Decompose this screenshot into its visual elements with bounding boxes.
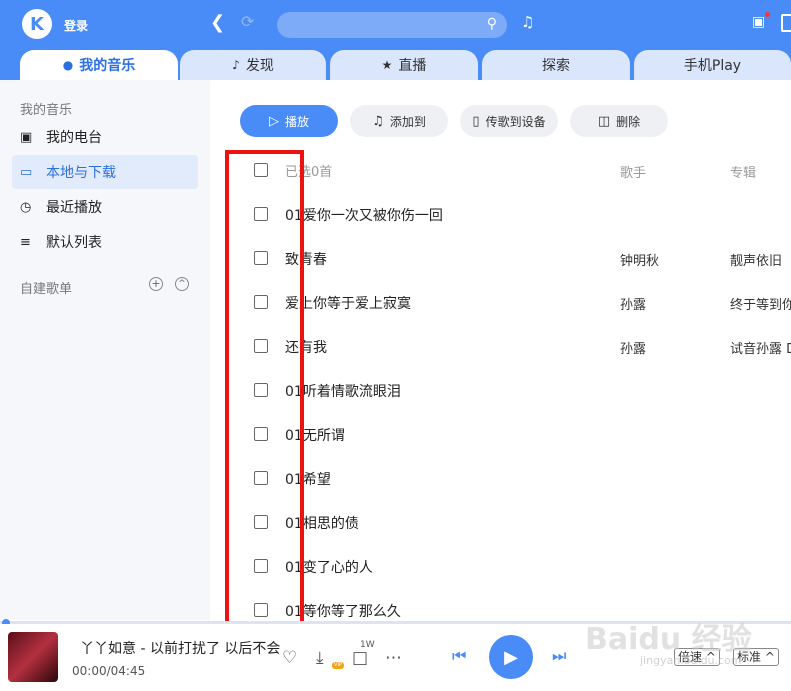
sidebar-item-default-list[interactable]: ≡ 默认列表 (12, 225, 198, 259)
tab-my-music[interactable]: ● 我的音乐 (20, 50, 178, 80)
add-to-button-label: 添加到 (389, 114, 426, 129)
add-to-playlist-icon: ♫ (372, 113, 384, 129)
playback-time: 00:00/04:45 (72, 664, 146, 678)
sidebar-item-label: 本地与下载 (46, 165, 116, 181)
delete-button-label: 删除 (616, 114, 641, 129)
chevron-up-icon[interactable]: ^ (175, 277, 189, 291)
add-to-button[interactable]: ♫ 添加到 (350, 105, 448, 137)
tab-label: 我的音乐 (79, 58, 136, 74)
phone-icon: ▯ (472, 113, 480, 129)
tab-discover[interactable]: ♪ 发现 (180, 50, 326, 80)
clock-icon: ◷ (20, 199, 32, 215)
song-album[interactable]: 试音孙露 D (730, 338, 791, 357)
sidebar-item-recent[interactable]: ◷ 最近播放 (12, 190, 198, 224)
now-playing-title[interactable]: 丫丫如意 - 以前打扰了 以后不会 (80, 638, 280, 658)
play-icon: ▶ (504, 646, 518, 668)
tab-explore[interactable]: 探索 (482, 50, 630, 80)
previous-icon[interactable]: ⏮ (452, 646, 466, 666)
music-note-icon: ♪ (232, 58, 240, 72)
tab-label: 直播 (398, 58, 427, 74)
microphone-icon[interactable]: ♫ (521, 13, 534, 31)
refresh-icon[interactable]: ⟳ (241, 12, 254, 31)
song-artist[interactable]: 孙露 (620, 338, 646, 357)
song-artist[interactable]: 钟明秋 (620, 250, 659, 269)
plus-icon[interactable]: + (149, 277, 163, 291)
play-button-label: 播放 (284, 114, 309, 129)
song-album[interactable]: 终于等到你 (730, 294, 791, 313)
comment-count: 1W (360, 640, 375, 650)
search-input[interactable]: ⚲ (277, 12, 507, 38)
sidebar-title: 我的音乐 (20, 103, 73, 118)
top-tabs: ● 我的音乐 ♪ 发现 ★ 直播 探索 手机Play (0, 50, 791, 80)
back-icon[interactable]: ❮ (210, 12, 225, 33)
heart-icon[interactable]: ♡ (282, 648, 297, 668)
user-icon: ● (62, 58, 74, 72)
delete-button[interactable]: ◫ 删除 (570, 105, 668, 137)
login-link[interactable]: 登录 (64, 17, 88, 34)
live-icon: ★ (381, 58, 393, 72)
watermark: Baidu 经验 (585, 622, 752, 657)
tv-icon[interactable]: ▣ (752, 14, 765, 30)
tab-label: 探索 (542, 58, 570, 74)
sidebar-item-label: 我的电台 (46, 130, 102, 146)
trash-icon: ◫ (597, 113, 611, 129)
window-icon[interactable] (781, 14, 791, 32)
radio-icon: ▣ (20, 129, 33, 145)
sidebar-item-radio[interactable]: ▣ 我的电台 (12, 120, 198, 154)
title-bar: K 登录 ❮ ⟳ ⚲ ♫ ▣ ● 我的音乐 ♪ 发现 ★ 直播 探索 手机Pla… (0, 0, 791, 80)
vip-badge: VIP (332, 662, 344, 669)
album-cover[interactable] (8, 632, 58, 682)
play-button[interactable]: ▷ 播放 (240, 105, 338, 137)
app-logo[interactable]: K (22, 9, 52, 39)
send-to-device-button[interactable]: ▯ 传歌到设备 (460, 105, 558, 137)
checkbox-highlight-box (225, 150, 304, 628)
send-to-device-label: 传歌到设备 (485, 114, 546, 129)
comment-icon[interactable]: □ (352, 648, 368, 668)
song-artist[interactable]: 孙露 (620, 294, 646, 313)
song-title: 01爱你一次又被你伤一回 (285, 208, 443, 224)
play-icon: ▷ (268, 113, 279, 129)
tab-mobile-play[interactable]: 手机Play (634, 50, 791, 80)
tab-label: 手机Play (683, 58, 742, 74)
sidebar-item-label: 默认列表 (46, 235, 102, 251)
notification-dot (765, 12, 770, 17)
song-album[interactable]: 靓声依旧 (730, 250, 782, 269)
tab-live[interactable]: ★ 直播 (330, 50, 478, 80)
next-icon[interactable]: ⏭ (552, 646, 566, 666)
sidebar: 我的音乐 ▣ 我的电台 ▭ 本地与下载 ◷ 最近播放 ≡ 默认列表 自建歌单 +… (0, 80, 210, 620)
artist-column-header[interactable]: 歌手 (620, 162, 646, 181)
more-icon[interactable]: ⋯ (385, 648, 402, 668)
tab-label: 发现 (245, 58, 274, 74)
playlist-icon: ≡ (20, 234, 31, 250)
download-icon[interactable]: ⤓ (316, 648, 324, 668)
album-column-header[interactable]: 专辑 (730, 162, 756, 181)
play-pause-button[interactable]: ▶ (489, 635, 533, 679)
watermark-url: jingyan.baidu.com (640, 654, 742, 667)
sidebar-item-label: 最近播放 (46, 200, 102, 216)
sidebar-item-local-download[interactable]: ▭ 本地与下载 (12, 155, 198, 189)
custom-playlists-title: 自建歌单 (20, 282, 73, 297)
search-icon[interactable]: ⚲ (487, 16, 497, 32)
monitor-icon: ▭ (20, 164, 33, 180)
